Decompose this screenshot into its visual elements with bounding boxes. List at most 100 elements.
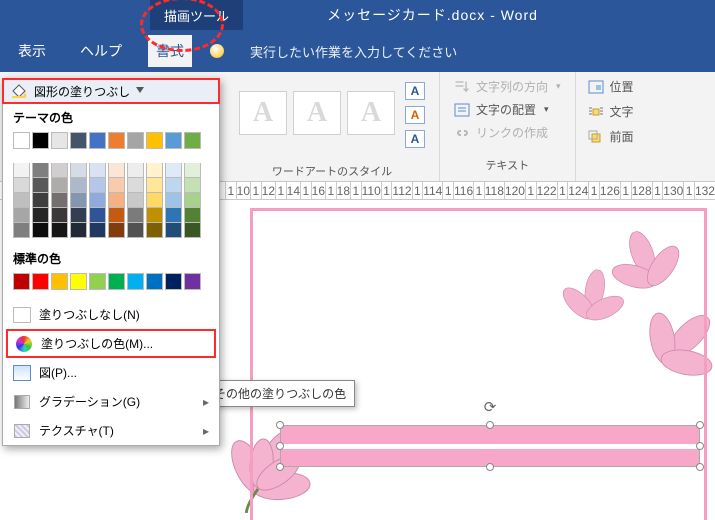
color-swatch[interactable] <box>70 132 87 149</box>
color-swatch[interactable] <box>184 132 201 149</box>
color-swatch[interactable] <box>70 208 87 223</box>
color-swatch[interactable] <box>32 163 49 178</box>
text-direction-button[interactable]: 文字列の方向 ▾ <box>454 78 561 95</box>
color-swatch[interactable] <box>165 208 182 223</box>
color-swatch[interactable] <box>32 132 49 149</box>
color-swatch[interactable] <box>108 132 125 149</box>
color-swatch[interactable] <box>165 193 182 208</box>
color-swatch[interactable] <box>32 208 49 223</box>
color-swatch[interactable] <box>184 223 201 238</box>
color-swatch[interactable] <box>32 223 49 238</box>
position-label: 位置 <box>610 78 634 95</box>
tab-format[interactable]: 書式 <box>148 35 192 67</box>
color-swatch[interactable] <box>127 193 144 208</box>
text-group-label: テキスト <box>454 157 561 173</box>
color-swatch[interactable] <box>184 273 201 290</box>
text-effects-button[interactable]: A <box>405 130 425 148</box>
color-swatch[interactable] <box>32 273 49 290</box>
color-swatch[interactable] <box>184 178 201 193</box>
color-swatch[interactable] <box>51 163 68 178</box>
no-fill-item[interactable]: 塗りつぶしなし(N) <box>3 300 219 329</box>
wrap-text-button[interactable]: 文字 <box>588 103 634 120</box>
texture-fill-item[interactable]: テクスチャ(T) ▸ <box>3 416 219 445</box>
color-swatch[interactable] <box>108 193 125 208</box>
shape-fill-button[interactable]: 図形の塗りつぶし <box>2 78 220 104</box>
color-swatch[interactable] <box>89 132 106 149</box>
color-swatch[interactable] <box>89 178 106 193</box>
color-swatch[interactable] <box>13 178 30 193</box>
color-swatch[interactable] <box>184 208 201 223</box>
tab-view[interactable]: 表示 <box>10 35 54 67</box>
tab-help[interactable]: ヘルプ <box>72 35 130 67</box>
color-swatch[interactable] <box>13 273 30 290</box>
color-swatch[interactable] <box>13 163 30 178</box>
bring-front-button[interactable]: 前面 <box>588 128 634 145</box>
ruler-tick: 1 <box>683 182 694 199</box>
color-swatch[interactable] <box>32 193 49 208</box>
color-swatch[interactable] <box>70 178 87 193</box>
picture-fill-item[interactable]: 図(P)... <box>3 358 219 387</box>
color-swatch[interactable] <box>51 193 68 208</box>
color-swatch[interactable] <box>146 178 163 193</box>
text-outline-button[interactable]: A <box>405 106 425 124</box>
color-swatch[interactable] <box>165 132 182 149</box>
gradient-fill-item[interactable]: グラデーション(G) ▸ <box>3 387 219 416</box>
color-swatch[interactable] <box>89 208 106 223</box>
color-swatch[interactable] <box>13 208 30 223</box>
color-swatch[interactable] <box>51 132 68 149</box>
ruler-tick: 130 <box>662 182 683 199</box>
color-swatch[interactable] <box>108 273 125 290</box>
position-button[interactable]: 位置 <box>588 78 634 95</box>
color-swatch[interactable] <box>127 178 144 193</box>
color-swatch[interactable] <box>108 223 125 238</box>
contextual-tab-drawing-tools[interactable]: 描画ツール <box>150 0 243 30</box>
color-swatch[interactable] <box>184 163 201 178</box>
text-fill-button[interactable]: A <box>405 82 425 100</box>
color-swatch[interactable] <box>70 163 87 178</box>
color-swatch[interactable] <box>165 223 182 238</box>
color-swatch[interactable] <box>146 223 163 238</box>
color-swatch[interactable] <box>127 163 144 178</box>
color-swatch[interactable] <box>13 193 30 208</box>
color-swatch[interactable] <box>13 132 30 149</box>
color-swatch[interactable] <box>127 208 144 223</box>
color-swatch[interactable] <box>70 223 87 238</box>
color-swatch[interactable] <box>108 208 125 223</box>
create-link-button[interactable]: リンクの作成 <box>454 124 561 141</box>
color-swatch[interactable] <box>146 193 163 208</box>
color-swatch[interactable] <box>146 273 163 290</box>
color-swatch[interactable] <box>51 223 68 238</box>
color-swatch[interactable] <box>51 208 68 223</box>
color-swatch[interactable] <box>89 223 106 238</box>
color-swatch[interactable] <box>146 163 163 178</box>
wordart-style-1[interactable]: A <box>239 91 287 135</box>
color-swatch[interactable] <box>146 132 163 149</box>
color-swatch[interactable] <box>146 208 163 223</box>
color-swatch[interactable] <box>70 273 87 290</box>
color-swatch[interactable] <box>89 193 106 208</box>
wordart-style-2[interactable]: A <box>293 91 341 135</box>
color-swatch[interactable] <box>70 193 87 208</box>
color-swatch[interactable] <box>32 178 49 193</box>
color-swatch[interactable] <box>108 163 125 178</box>
align-text-icon <box>454 103 470 117</box>
color-swatch[interactable] <box>165 273 182 290</box>
color-swatch[interactable] <box>165 178 182 193</box>
color-swatch[interactable] <box>51 178 68 193</box>
more-fill-colors-item[interactable]: 塗りつぶしの色(M)... <box>6 329 216 358</box>
color-swatch[interactable] <box>127 132 144 149</box>
color-swatch[interactable] <box>127 223 144 238</box>
color-swatch[interactable] <box>108 178 125 193</box>
color-swatch[interactable] <box>51 273 68 290</box>
color-swatch[interactable] <box>89 163 106 178</box>
document-canvas[interactable]: ⟳ <box>225 200 715 520</box>
tell-me-input[interactable]: 実行したい作業を入力してください <box>242 36 465 67</box>
color-swatch[interactable] <box>165 163 182 178</box>
color-swatch[interactable] <box>13 223 30 238</box>
wordart-style-3[interactable]: A <box>347 91 395 135</box>
color-swatch[interactable] <box>184 193 201 208</box>
color-swatch[interactable] <box>89 273 106 290</box>
color-swatch[interactable] <box>127 273 144 290</box>
align-text-button[interactable]: 文字の配置 ▾ <box>454 101 561 118</box>
submenu-arrow-icon: ▸ <box>203 424 209 438</box>
